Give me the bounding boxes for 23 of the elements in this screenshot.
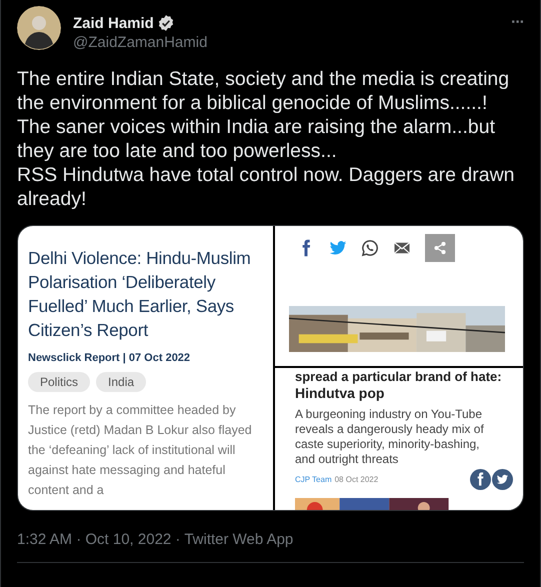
article-byline: Newsclick Report | 07 Oct 2022 — [28, 352, 192, 364]
article-tag: India — [96, 372, 146, 392]
tweet-text: RSS Hindutwa have total control now. Daggers are drawn already! — [17, 163, 516, 211]
tweet-timestamp[interactable]: 1:32 AM · Oct 10, 2022 · Twitter Web App — [1, 511, 540, 548]
tweet-text: The entire Indian State, society and the media is creating the environment for a biblical genocide of Muslims......! — [17, 67, 510, 115]
article-date: 08 Oct 2022 — [334, 475, 380, 484]
tweet-text: The saner voices within India are raising the alarm...but they are too late and too powerless... — [17, 115, 496, 163]
article-summary: A burgeoning industry on You-Tube reveals a dangerously heady mix of caste superiority, minority-bashing, and outright threats — [295, 407, 485, 467]
facebook-icon[interactable] — [470, 469, 491, 490]
author-handle[interactable]: @ZaidZamanHamid — [73, 34, 500, 51]
author-name[interactable]: Zaid Hamid — [73, 14, 154, 32]
article-tag: Politics — [28, 372, 90, 392]
share-button[interactable] — [425, 234, 455, 262]
chat-bubble-icon[interactable] — [361, 239, 379, 257]
article-headline: spread a particular brand of hate: — [295, 369, 503, 385]
more-button[interactable]: ··· — [511, 14, 524, 32]
article-headline: Delhi Violence: Hindu-Muslim Polarisation ‘Deliberately Fuelled’ Much Earlier, Says Citizen’s Report — [28, 247, 252, 342]
article-author[interactable]: CJP Team — [295, 475, 332, 484]
article-headline: Hindutva pop — [295, 385, 386, 402]
share-icon — [433, 241, 447, 255]
bird-icon[interactable] — [492, 469, 513, 490]
avatar[interactable] — [17, 6, 61, 50]
article-summary: The report by a committee headed by Justice (retd) Madan B Lokur also flayed the ‘defeaning’ lack of institutional will against hate messaging and hateful content and a — [28, 402, 253, 499]
